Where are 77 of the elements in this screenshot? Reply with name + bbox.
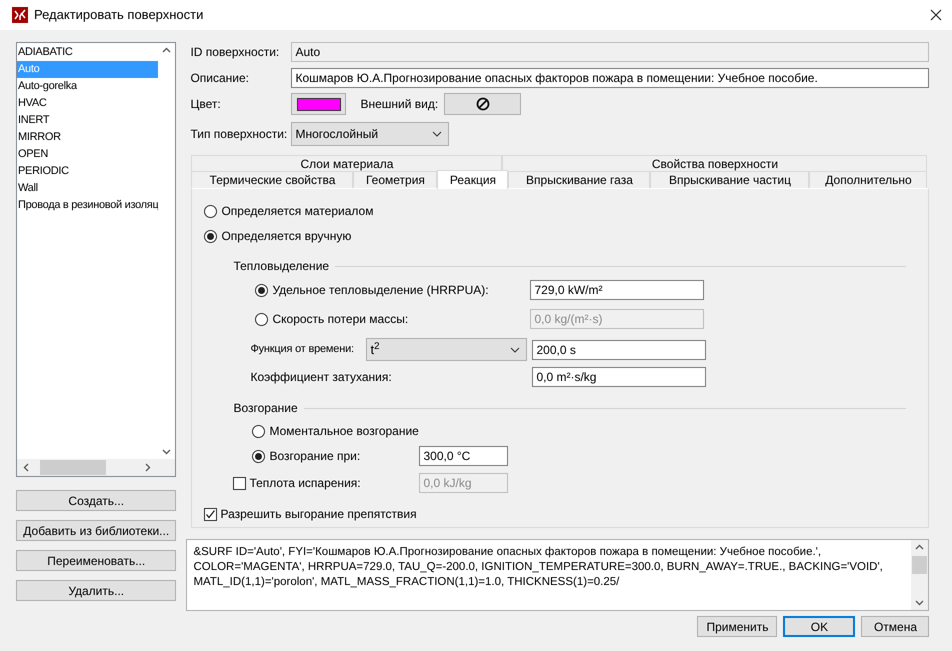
window-title: Редактировать поверхности [34, 6, 204, 24]
tab[interactable]: Дополнительно [809, 171, 928, 188]
list-item[interactable]: HVAC [17, 95, 158, 112]
tab[interactable]: Слои материала [191, 155, 502, 171]
vertical-scrollbar[interactable] [911, 540, 928, 610]
input-field[interactable]: 0,0 m²·s/kg [532, 367, 706, 387]
dialog-button[interactable]: Отмена [861, 616, 930, 637]
dialog-button[interactable]: OK [783, 616, 856, 637]
list-item[interactable]: INERT [17, 112, 158, 129]
field-label: Функция от времени: [250, 342, 355, 358]
list-item[interactable]: OPEN [17, 146, 158, 163]
section-heading: Возгорание [233, 400, 298, 417]
tab[interactable]: Свойства поверхности [502, 155, 928, 171]
scroll-up-icon [162, 47, 172, 53]
scroll-down-icon [915, 600, 924, 606]
radio-label: Удельное тепловыделение (HRRPUA): [272, 282, 489, 299]
tab[interactable]: Геометрия [353, 171, 438, 188]
list-action-button[interactable]: Удалить... [16, 580, 176, 601]
input-field[interactable]: Auto [291, 42, 930, 62]
tab[interactable]: Реакция [437, 170, 508, 189]
surface-type-dropdown[interactable]: Многослойный [291, 122, 450, 146]
radio-button[interactable] [252, 450, 266, 462]
dialog-button[interactable]: Применить [697, 616, 778, 637]
scroll-left-icon [23, 463, 29, 472]
app-icon [12, 7, 28, 23]
field-label: Описание: [189, 70, 250, 87]
input-field[interactable]: 200,0 s [532, 340, 706, 360]
tab[interactable]: Впрыскивание газа [508, 171, 650, 188]
radio-label: Скорость потери массы: [272, 311, 408, 328]
checkbox[interactable] [204, 508, 218, 520]
fds-code-text: &SURF ID='Auto', FYI='Кошмаров Ю.А.Прогнозирование опасных факторов пожара в помещении: Учебное пособие.', COLOR='MAGENTA', HRRPUA=729.0, TAU_Q=-200.0, IGNITION_TEMPERATURE=300.0, BURN_AWAY=.TRUE., BACKING='VOID', MATL_ID(1,1)='porolon', MATL_MASS_FRACTION(1,1)=1.0, THICKNESS(1)=0.25/ [192, 545, 884, 590]
scroll-down-icon [162, 449, 172, 455]
list-item[interactable]: PERIODIC [17, 163, 158, 180]
checkbox-label: Разрешить выгорание препятствия [220, 506, 417, 523]
time-function-dropdown[interactable]: t$^{2}$ [366, 338, 528, 361]
horizontal-scrollbar[interactable] [17, 459, 176, 476]
list-action-button[interactable]: Переименовать... [16, 550, 176, 571]
radio-button[interactable] [204, 230, 218, 242]
radio-button[interactable] [252, 424, 266, 438]
list-item[interactable]: ADIABATIC [17, 44, 158, 61]
list-item[interactable]: Auto-gorelka [17, 78, 158, 95]
field-label: Цвет: [189, 96, 222, 113]
scroll-right-icon [145, 463, 152, 472]
text-area[interactable] [186, 539, 930, 611]
radio-label: Моментальное возгорание [269, 423, 419, 440]
scroll-up-icon [915, 544, 924, 550]
appearance-button[interactable] [444, 93, 522, 115]
list-action-button[interactable]: Добавить из библиотеки... [16, 520, 176, 541]
radio-label: Определяется вручную [221, 228, 352, 245]
radio-button[interactable] [204, 204, 218, 218]
scrollbar-thumb[interactable] [40, 460, 106, 475]
color-button[interactable] [291, 93, 346, 115]
no-symbol-icon [476, 97, 490, 111]
radio-label: Определяется материалом [221, 203, 374, 220]
radio-label: Возгорание при: [269, 448, 360, 465]
radio-button[interactable] [255, 284, 268, 296]
scrollbar-thumb[interactable] [912, 556, 928, 574]
input-field[interactable]: 729,0 kW/m² [530, 280, 704, 300]
dropdown-value: t$^{2}$ [370, 340, 381, 359]
dropdown-value: Многослойный [295, 126, 380, 143]
field-label: ID поверхности: [189, 44, 280, 61]
chevron-down-icon [432, 131, 442, 137]
checkbox-label: Теплота испарения: [249, 475, 361, 492]
close-icon [930, 9, 942, 21]
field-label: Коэффициент затухания: [250, 369, 393, 386]
field-label: Внешний вид: [360, 96, 440, 113]
list-item[interactable]: Wall [17, 180, 158, 197]
field-label: Тип поверхности: [189, 126, 288, 143]
list-action-button[interactable]: Создать... [16, 490, 176, 511]
section-heading: Тепловыделение [233, 258, 330, 275]
tab[interactable]: Термические свойства [191, 171, 354, 188]
chevron-down-icon [510, 346, 520, 352]
list-item[interactable]: Провода в резиновой изоляц [17, 197, 158, 214]
input-field[interactable]: Кошмаров Ю.А.Прогнозирование опасных факторов пожара в помещении: Учебное пособие. [291, 68, 930, 88]
tab[interactable]: Впрыскивание частиц [650, 171, 810, 188]
input-field[interactable]: 300,0 °C [419, 446, 508, 466]
list-item[interactable]: MIRROR [17, 129, 158, 146]
